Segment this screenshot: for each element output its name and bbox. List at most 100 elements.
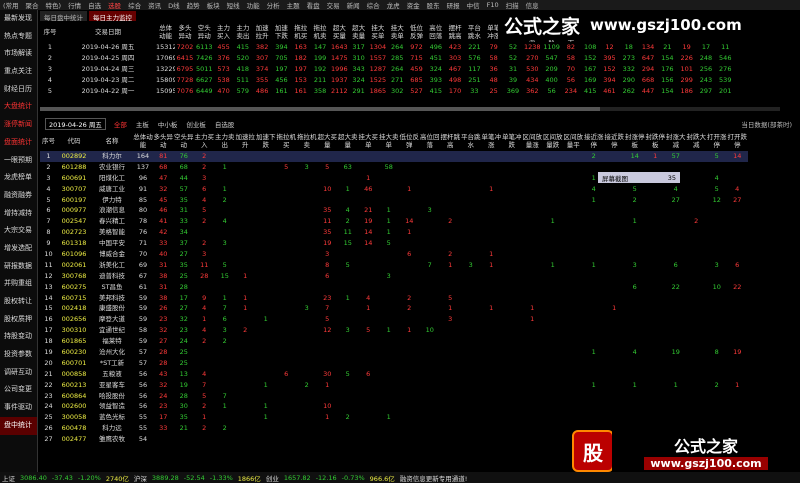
column-header[interactable]: 超大买量 <box>330 22 349 42</box>
column-header[interactable]: 摆杆跳高 <box>445 22 464 42</box>
table-row[interactable]: 3 2019-04-24 周三 13229 6795 5011 573 418 374 197 1… <box>40 64 735 75</box>
market-filter-option[interactable]: 中小板 <box>158 119 178 129</box>
column-header[interactable]: 主力卖出 <box>233 22 252 42</box>
table-row[interactable]: 7 002547 春兴精工 78 41 33 2 4 11 2 19 1 14 2 1 1 2 <box>40 216 748 227</box>
menu-item[interactable]: 新闻 <box>347 0 360 10</box>
column-header[interactable]: 单笔冲涨 <box>481 131 502 151</box>
column-header[interactable]: 主力买入 <box>194 131 215 151</box>
column-header[interactable]: 交易日期 <box>60 22 156 42</box>
menu-item[interactable]: 板块 <box>207 0 220 10</box>
sidebar-item[interactable]: 盘面统计 <box>0 134 37 152</box>
column-header[interactable]: 加速拉升 <box>235 131 256 151</box>
sidebar-item[interactable]: 事件驱动 <box>0 399 37 417</box>
sidebar-item[interactable]: 大宗交易 <box>0 222 37 240</box>
menu-item[interactable]: 特色) <box>46 0 62 10</box>
column-header[interactable]: 封涨大减 <box>666 131 687 151</box>
sidebar-item[interactable]: 一眼预期 <box>0 152 37 170</box>
column-header[interactable]: 区间放量跌 <box>543 131 564 151</box>
column-header[interactable]: 挂大买单 <box>358 131 379 151</box>
table-row[interactable]: 5 2019-04-22 周一 15095 7076 6449 470 579 486 161 1… <box>40 86 735 97</box>
table-row[interactable]: 9 601318 中国平安 71 33 37 2 3 19 15 14 5 <box>40 238 748 249</box>
menu-item[interactable]: 扫描 <box>506 0 519 10</box>
menu-item[interactable]: D线 <box>168 0 180 10</box>
column-header[interactable]: 主力卖出 <box>215 131 236 151</box>
column-header[interactable]: 平台跳水 <box>465 22 484 42</box>
data-mode-label[interactable]: 当日数据(部茶时) <box>741 119 792 129</box>
table-row[interactable]: 1 002892 科力尔 164 81 76 2 2 14 1 57 5 14 <box>40 151 748 162</box>
menu-item[interactable]: 功能 <box>247 0 260 10</box>
sidebar-item[interactable]: 龙虎榜单 <box>0 169 37 187</box>
menu-item[interactable]: 自选 <box>88 0 101 10</box>
table-row[interactable]: 18 601865 福莱特 59 27 24 2 2 <box>40 336 748 347</box>
market-filter-option[interactable]: 自选股 <box>215 119 235 129</box>
column-header[interactable]: 封跌停板 <box>645 131 666 151</box>
menu-item[interactable]: 看盘 <box>307 0 320 10</box>
column-header[interactable]: 加速下跌 <box>256 131 277 151</box>
menu-item[interactable]: 股东 <box>427 0 440 10</box>
date-selector[interactable]: 2019-04-26 周五 <box>45 117 106 130</box>
tab-daily-stats[interactable]: 每日盘中统计 <box>40 11 87 22</box>
table-row[interactable]: 2 2019-04-25 周四 17069 6415 7426 376 520 307 705 1… <box>40 53 735 64</box>
menu-item[interactable]: 主题 <box>287 0 300 10</box>
table-row[interactable]: 8 002723 美格智能 76 42 34 35 11 14 1 1 <box>40 227 748 238</box>
column-header[interactable]: 总体动能 <box>156 22 175 42</box>
column-header[interactable]: 低位反弹 <box>407 22 426 42</box>
tab-daily-monitor[interactable]: 每日主力监控 <box>89 11 136 22</box>
column-header[interactable]: 超大卖量 <box>338 131 359 151</box>
column-header[interactable]: 加速下跌 <box>272 22 291 42</box>
column-header[interactable]: 拖拉机买 <box>276 131 297 151</box>
column-header[interactable]: 封跌大减 <box>686 131 707 151</box>
market-filter-option[interactable]: 主板 <box>136 119 149 129</box>
column-header[interactable]: 拖拉机卖 <box>310 22 329 42</box>
column-header[interactable]: 代码 <box>57 131 91 151</box>
menu-item[interactable]: 短线 <box>227 0 240 10</box>
column-header[interactable]: 打开跌停 <box>727 131 748 151</box>
sidebar-item[interactable]: 涨停新闻 <box>0 116 37 134</box>
sidebar-item[interactable]: 并购重组 <box>0 275 37 293</box>
table-row[interactable]: 11 002061 浙美化工 69 31 35 11 5 8 5 7 1 3 1 1 1 3 6 3 6 <box>40 260 748 271</box>
menu-item[interactable]: 综合 <box>367 0 380 10</box>
column-header[interactable]: 低位反弹 <box>399 131 420 151</box>
table-row[interactable]: 12 300768 迪普科技 67 38 25 28 15 1 6 3 <box>40 271 748 282</box>
sidebar-item[interactable]: 盘中统计 <box>0 416 37 435</box>
menu-item[interactable]: 资金 <box>407 0 420 10</box>
table-row[interactable]: 10 601096 博威合金 70 40 27 3 3 6 2 1 <box>40 249 748 260</box>
column-header[interactable]: 拖拉机买 <box>291 22 310 42</box>
column-header[interactable]: 多头异动 <box>153 131 174 151</box>
column-header[interactable]: 空头异动 <box>174 131 195 151</box>
column-header[interactable]: 序号 <box>40 22 60 42</box>
menu-item[interactable]: 行情 <box>68 0 81 10</box>
column-header[interactable]: 挂大买单 <box>368 22 387 42</box>
column-header[interactable]: 封涨停板 <box>625 131 646 151</box>
table-row[interactable]: 21 000858 五粮液 56 43 13 4 6 30 5 6 <box>40 369 748 380</box>
sidebar-item[interactable]: 公司变更 <box>0 381 37 399</box>
market-filter-option[interactable]: 创业板 <box>186 119 206 129</box>
column-header[interactable]: 高位回落 <box>420 131 441 151</box>
table-row[interactable]: 1 2019-04-26 周五 15312 7202 6113 455 415 382 394 1… <box>40 42 735 53</box>
sidebar-item[interactable]: 研报数据 <box>0 258 37 276</box>
table-row[interactable]: 16 002656 摩登大道 59 23 32 1 6 1 5 3 1 <box>40 314 748 325</box>
sidebar-item[interactable]: 股权转让 <box>0 293 37 311</box>
menu-item[interactable]: 分析 <box>267 0 280 10</box>
menu-item[interactable]: 综合 <box>128 0 141 10</box>
column-header[interactable]: 挂大卖单 <box>388 22 407 42</box>
menu-item[interactable]: 聚合 <box>26 0 39 10</box>
table-row[interactable]: 23 600864 哈投股份 56 24 28 5 7 <box>40 391 748 402</box>
table-row[interactable]: 4 2019-04-23 周二 15809 7728 6627 538 511 355 456 1… <box>40 75 735 86</box>
table-row[interactable]: 13 600275 ST昌鱼 61 31 28 6 22 10 22 <box>40 282 748 293</box>
sidebar-item[interactable]: 融资融券 <box>0 187 37 205</box>
column-header[interactable]: 拖拉机卖 <box>297 131 318 151</box>
table-row[interactable]: 4 300707 威唐工业 91 32 57 6 1 10 1 46 1 1 4 5 4 5 4 <box>40 184 748 195</box>
menu-item[interactable]: F10 <box>487 1 499 9</box>
column-header[interactable]: 单笔冲跌 <box>502 131 523 151</box>
table-row[interactable]: 20 600701 *ST工新 57 28 25 <box>40 358 748 369</box>
column-header[interactable]: 空头异动 <box>195 22 214 42</box>
column-header[interactable]: 高位回落 <box>426 22 445 42</box>
menu-item[interactable]: 研报 <box>447 0 460 10</box>
sidebar-item[interactable]: 最新发现 <box>0 10 37 28</box>
sidebar-item[interactable]: 持股变动 <box>0 328 37 346</box>
table-row[interactable]: 14 600715 美邦科技 59 38 17 9 1 1 23 1 4 2 5 <box>40 293 748 304</box>
column-header[interactable]: 打开涨停 <box>707 131 728 151</box>
menu-item[interactable]: 中信 <box>467 0 480 10</box>
sidebar-item[interactable]: 股权质押 <box>0 311 37 329</box>
